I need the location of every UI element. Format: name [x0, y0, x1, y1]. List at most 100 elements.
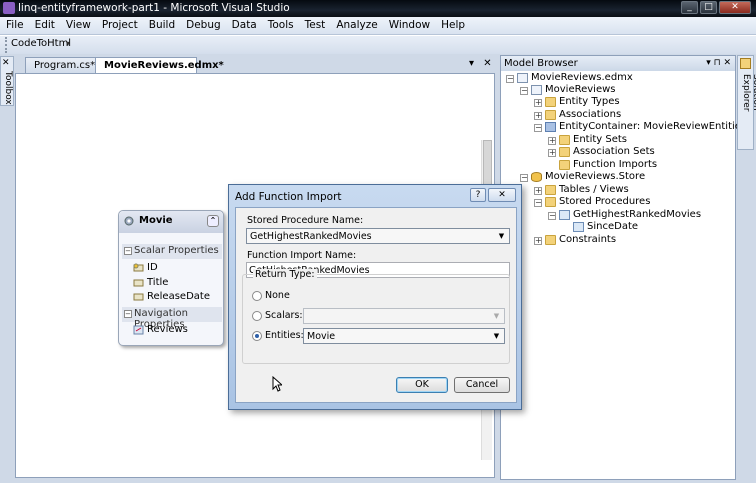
- stored-procedure-name-combo[interactable]: GetHighestRankedMovies ▼: [246, 228, 510, 244]
- close-window-button[interactable]: ✕: [719, 1, 751, 14]
- tree-moviereviews-model[interactable]: MovieReviews: [531, 84, 615, 95]
- ok-button[interactable]: OK: [396, 377, 448, 393]
- menu-window[interactable]: Window: [383, 17, 435, 31]
- tree-moviereviews-store[interactable]: MovieReviews.Store: [531, 171, 645, 182]
- collapse-icon[interactable]: ⌃: [207, 215, 219, 227]
- entities-combo[interactable]: Movie ▼: [303, 328, 505, 344]
- expand-icon[interactable]: −: [506, 75, 514, 83]
- radio-entities-label[interactable]: Entities:: [265, 330, 304, 341]
- tree-entity-sets[interactable]: Entity Sets: [559, 134, 627, 145]
- edmx-file-icon: [517, 73, 528, 83]
- property-icon: [133, 279, 144, 287]
- menu-test[interactable]: Test: [299, 17, 331, 31]
- tree-entity-container[interactable]: EntityContainer: MovieReviewEntities: [545, 121, 746, 132]
- toolbox-icon: ✕: [2, 58, 10, 68]
- document-tabs: Program.cs* MovieReviews.edmx* ▾ ✕: [15, 57, 495, 74]
- solution-explorer-tab[interactable]: Solution Explorer: [737, 55, 756, 150]
- codetohtml-button[interactable]: CodeToHtml: [5, 37, 75, 53]
- property-releasedate[interactable]: ReleaseDate: [133, 291, 210, 302]
- help-button[interactable]: ?: [470, 188, 486, 202]
- tree-function-imports[interactable]: Function Imports: [559, 159, 657, 170]
- menu-tools[interactable]: Tools: [262, 17, 299, 31]
- expand-icon[interactable]: +: [548, 149, 556, 157]
- visual-studio-icon: [3, 2, 15, 14]
- toolbar-overflow-icon[interactable]: ▾: [66, 39, 70, 48]
- collapse-scalar-icon[interactable]: −: [124, 247, 132, 255]
- close-tab-icon[interactable]: ✕: [483, 58, 491, 69]
- chevron-down-icon[interactable]: ▼: [496, 231, 507, 241]
- minimize-button[interactable]: _: [681, 1, 698, 14]
- folder-icon: [545, 97, 556, 107]
- navigation-property-icon: [133, 325, 144, 335]
- entity-container-icon: [545, 122, 556, 132]
- expand-icon[interactable]: +: [548, 137, 556, 145]
- entity-shape-movie[interactable]: Movie ⌃ − Scalar Properties ID Title Rele…: [118, 210, 224, 346]
- model-browser-header: Model Browser ▾ ⊓ ✕: [501, 56, 735, 71]
- expand-icon[interactable]: −: [534, 124, 542, 132]
- chevron-down-icon[interactable]: ▼: [491, 331, 502, 341]
- chevron-down-icon[interactable]: ▼: [491, 311, 502, 321]
- tree-sincedate-parameter[interactable]: SinceDate: [573, 221, 638, 232]
- menu-data[interactable]: Data: [226, 17, 262, 31]
- tree-stored-procedures[interactable]: Stored Procedures: [545, 196, 650, 207]
- radio-none[interactable]: [252, 291, 262, 301]
- navigation-property-reviews[interactable]: Reviews: [133, 324, 188, 335]
- menu-file[interactable]: File: [0, 17, 29, 31]
- stored-procedure-name-label: Stored Procedure Name:: [247, 215, 364, 226]
- property-id[interactable]: ID: [133, 262, 158, 273]
- expand-icon[interactable]: +: [534, 112, 542, 120]
- expand-icon[interactable]: −: [548, 212, 556, 220]
- radio-none-label[interactable]: None: [265, 290, 290, 301]
- codetohtml-toolbar: CodeToHtml ▾: [0, 36, 756, 54]
- collapse-navigation-icon[interactable]: −: [124, 310, 132, 318]
- expand-icon[interactable]: −: [520, 87, 528, 95]
- model-icon: [531, 85, 542, 95]
- tab-moviereviews-edmx[interactable]: MovieReviews.edmx*: [95, 57, 224, 74]
- expand-icon[interactable]: +: [534, 187, 542, 195]
- folder-icon: [559, 135, 570, 145]
- menu-view[interactable]: View: [60, 17, 96, 31]
- dialog-close-button[interactable]: ✕: [488, 188, 516, 202]
- window-titlebar: linq-entityframework-part1 - Microsoft V…: [0, 0, 756, 17]
- entity-header: Movie ⌃: [119, 211, 223, 233]
- radio-entities[interactable]: [252, 331, 262, 341]
- expand-icon[interactable]: −: [534, 199, 542, 207]
- tree-edmx-file[interactable]: MovieReviews.edmx: [517, 72, 633, 83]
- menu-help[interactable]: Help: [435, 17, 470, 31]
- radio-scalars-label[interactable]: Scalars:: [265, 310, 303, 321]
- solution-explorer-label: Solution Explorer: [741, 74, 756, 112]
- tree-tables-views[interactable]: Tables / Views: [545, 184, 629, 195]
- cancel-button[interactable]: Cancel: [454, 377, 510, 393]
- solution-explorer-icon: [740, 58, 751, 69]
- tab-program-cs[interactable]: Program.cs*: [25, 57, 97, 74]
- scalar-properties-header[interactable]: − Scalar Properties: [122, 244, 222, 259]
- tab-list-dropdown-icon[interactable]: ▾: [469, 58, 474, 69]
- folder-icon: [559, 160, 570, 170]
- toolbox-tab[interactable]: ✕ Toolbox: [0, 56, 14, 106]
- key-property-icon: [133, 263, 144, 272]
- expand-icon[interactable]: +: [534, 99, 542, 107]
- menu-build[interactable]: Build: [143, 17, 180, 31]
- model-browser-title: Model Browser: [504, 58, 578, 69]
- menu-debug[interactable]: Debug: [180, 17, 226, 31]
- tree-gethighestrankedmovies[interactable]: GetHighestRankedMovies: [559, 209, 701, 220]
- menu-analyze[interactable]: Analyze: [330, 17, 382, 31]
- navigation-properties-header[interactable]: − Navigation Properties: [122, 307, 222, 330]
- menu-edit[interactable]: Edit: [29, 17, 60, 31]
- tree-entity-types[interactable]: Entity Types: [545, 96, 620, 107]
- property-title[interactable]: Title: [133, 277, 168, 288]
- scalars-combo[interactable]: ▼: [303, 308, 505, 324]
- dialog-body: Stored Procedure Name: GetHighestRankedM…: [235, 207, 517, 403]
- radio-scalars[interactable]: [252, 311, 262, 321]
- tree-associations[interactable]: Associations: [545, 109, 621, 120]
- model-browser-controls[interactable]: ▾ ⊓ ✕: [706, 58, 731, 68]
- menu-project[interactable]: Project: [96, 17, 143, 31]
- tree-association-sets[interactable]: Association Sets: [559, 146, 655, 157]
- maximize-button[interactable]: □: [700, 1, 717, 14]
- expand-icon[interactable]: +: [534, 237, 542, 245]
- expand-icon[interactable]: −: [520, 174, 528, 182]
- folder-icon: [545, 185, 556, 195]
- tree-constraints[interactable]: Constraints: [545, 234, 616, 245]
- folder-icon: [545, 197, 556, 207]
- property-icon: [133, 293, 144, 301]
